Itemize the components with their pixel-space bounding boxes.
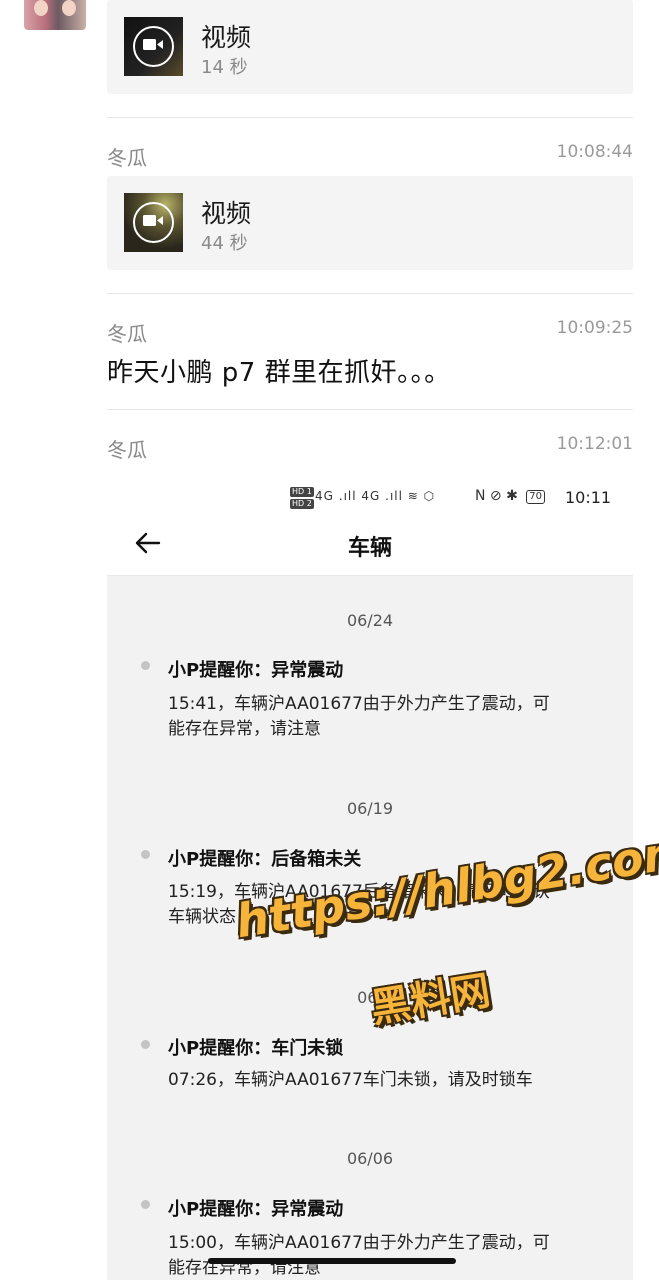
signal-icon: 4G .ıll 4G .ıll ≋ ⬡ <box>315 489 436 503</box>
divider <box>107 409 633 410</box>
date-label: 06/06 <box>346 1149 394 1168</box>
message-time: 10:09:25 <box>556 318 633 338</box>
notification-body-line: 车辆状态 <box>168 907 236 927</box>
notification-title: 小P提醒你：车门未锁 <box>168 1038 344 1059</box>
notification-body-line: 能存在异常，请注意 <box>168 719 321 739</box>
video-message-card[interactable]: 视频 14 秒 <box>107 0 633 94</box>
bullet-dot <box>141 661 150 670</box>
notification-title: 小P提醒你：后备箱未关 <box>168 849 362 870</box>
sim-badges: HD 1 HD 2 <box>290 487 314 509</box>
notification-body-line: 15:00，车辆沪AA01677由于外力产生了震动，可 <box>168 1233 550 1253</box>
video-thumbnail <box>124 17 183 76</box>
status-icons: N ⊘ ✱ 70 <box>475 488 549 504</box>
bullet-dot <box>141 1040 150 1049</box>
video-label: 视频 <box>201 199 252 228</box>
notification-body-line: 15:41，车辆沪AA01677由于外力产生了震动，可 <box>168 694 550 714</box>
message-time: 10:12:01 <box>556 434 633 454</box>
status-clock: 10:11 <box>565 488 612 507</box>
sender-name: 冬瓜 <box>107 322 147 346</box>
sender-name: 冬瓜 <box>107 146 147 170</box>
date-label: 06/19 <box>346 799 394 818</box>
notification-body-line: 07:26，车辆沪AA01677车门未锁，请及时锁车 <box>168 1070 533 1090</box>
notification-title: 小P提醒你：异常震动 <box>168 660 344 681</box>
date-label: 06/ <box>357 988 383 1007</box>
bullet-dot <box>141 1200 150 1209</box>
image-message[interactable]: HD 1 HD 2 4G .ıll 4G .ıll ≋ ⬡ N ⊘ ✱ 70 1… <box>107 467 633 1280</box>
video-camera-icon <box>133 26 174 67</box>
message-text: 昨天小鹏 p7 群里在抓奸。。。 <box>107 358 451 388</box>
divider <box>107 117 633 118</box>
shield-icon: ⬡ <box>423 489 436 503</box>
date-label: 06/24 <box>346 611 394 630</box>
notification-title: 小P提醒你：异常震动 <box>168 1199 344 1220</box>
video-label: 视频 <box>201 23 252 52</box>
video-camera-icon <box>133 202 174 243</box>
home-indicator[interactable] <box>208 1258 456 1264</box>
notification-body-line: 15:19，车辆沪AA01677后备箱未关，请及时确认 <box>168 882 550 902</box>
embedded-app-header: HD 1 HD 2 4G .ıll 4G .ıll ≋ ⬡ N ⊘ ✱ 70 1… <box>107 467 633 576</box>
video-duration: 44 秒 <box>201 233 248 254</box>
video-duration: 14 秒 <box>201 57 248 78</box>
battery-icon: 70 <box>526 490 546 504</box>
avatar[interactable] <box>24 0 86 30</box>
sender-name: 冬瓜 <box>107 438 147 462</box>
video-message-card[interactable]: 视频 44 秒 <box>107 176 633 270</box>
divider <box>107 293 633 294</box>
video-thumbnail <box>124 193 183 252</box>
wifi-icon: ≋ <box>407 489 419 503</box>
message-time: 10:08:44 <box>556 142 633 162</box>
page-title: 车辆 <box>347 536 392 561</box>
bullet-dot <box>141 850 150 859</box>
